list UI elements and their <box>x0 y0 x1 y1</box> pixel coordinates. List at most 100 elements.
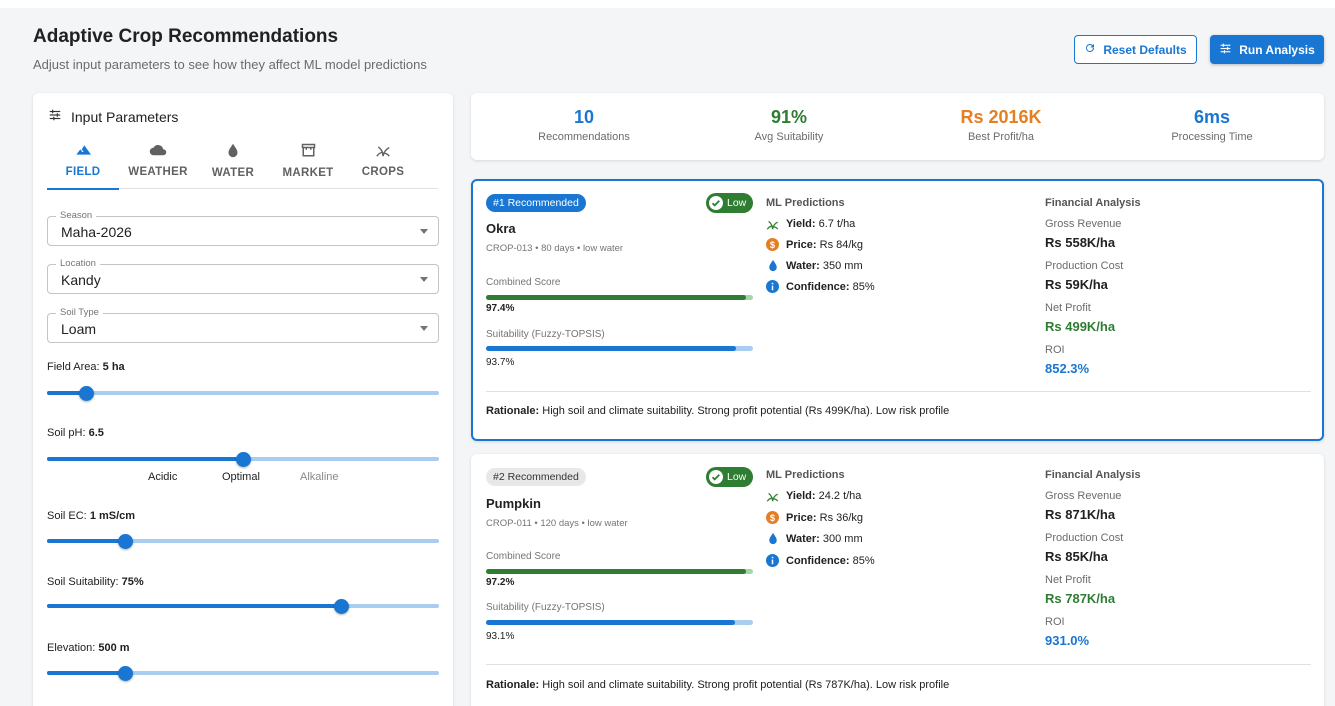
net-profit-label: Net Profit <box>1045 574 1091 586</box>
soil-suitability-label: Soil Suitability: 75% <box>47 576 144 588</box>
risk-label: Low <box>727 471 747 483</box>
bar-fill <box>486 620 735 625</box>
slider-fill <box>47 539 126 543</box>
page-subtitle: Adjust input parameters to see how they … <box>33 57 427 72</box>
stat-label: Processing Time <box>1171 131 1253 143</box>
combined-score-value: 97.2% <box>486 577 515 588</box>
risk-chip: Low <box>706 467 754 487</box>
soil-suitability-value: 75% <box>121 576 144 588</box>
location-label: Location <box>56 258 100 269</box>
tab-crops[interactable]: CROPS <box>347 139 419 189</box>
tab-field[interactable]: FIELD <box>47 139 119 190</box>
elevation-value: 500 m <box>98 642 130 654</box>
water-label: Water: <box>786 532 820 545</box>
slider-fill <box>47 457 243 461</box>
ph-mark-alkaline: Alkaline <box>300 471 339 483</box>
rationale-text: High soil and climate suitability. Stron… <box>542 405 950 417</box>
tab-weather-label: WEATHER <box>128 166 188 178</box>
tab-market-label: MARKET <box>282 167 334 179</box>
soil-type-value: Loam <box>61 321 97 337</box>
suitability-value: 93.7% <box>486 357 515 368</box>
tab-weather[interactable]: WEATHER <box>122 139 194 189</box>
rationale-label: Rationale: <box>486 405 540 417</box>
mountain-icon <box>75 143 91 160</box>
reset-defaults-button[interactable]: Reset Defaults <box>1074 35 1197 64</box>
recommendation-card[interactable]: #1 Recommended Low Okra CROP-013 • 80 da… <box>471 179 1324 441</box>
soil-type-label: Soil Type <box>56 307 103 318</box>
run-analysis-button[interactable]: Run Analysis <box>1210 35 1324 64</box>
slider-thumb[interactable] <box>118 666 134 681</box>
slider-thumb[interactable] <box>79 386 95 401</box>
soil-type-select[interactable]: Soil Type Loam <box>47 307 439 343</box>
elevation-slider[interactable] <box>47 665 439 681</box>
soil-ec-slider[interactable] <box>47 533 439 549</box>
active-tab-indicator <box>47 188 119 190</box>
field-area-label: Field Area: 5 ha <box>47 361 125 373</box>
top-bar <box>0 0 1335 8</box>
caret-down-icon <box>420 229 428 234</box>
rationale: Rationale: High soil and climate suitabi… <box>486 679 949 691</box>
gross-revenue-label: Gross Revenue <box>1045 490 1122 502</box>
refresh-icon <box>1084 42 1096 57</box>
stat-processing-time: 6ms Processing Time <box>1112 107 1312 143</box>
price-prediction: $ Price: Rs 84/kg <box>766 238 863 251</box>
bar-fill <box>486 569 746 574</box>
confidence-prediction: Confidence: 85% <box>766 280 875 293</box>
stat-best-profit: Rs 2016K Best Profit/ha <box>901 107 1101 143</box>
gross-revenue-value: Rs 871K/ha <box>1045 507 1116 522</box>
crop-meta: CROP-011 • 120 days • low water <box>486 518 628 529</box>
ml-predictions-title: ML Predictions <box>766 197 845 209</box>
yield-prediction: Yield: 24.2 t/ha <box>766 489 861 502</box>
page-title: Adaptive Crop Recommendations <box>33 26 339 47</box>
risk-label: Low <box>727 197 747 209</box>
input-parameters-title: Input Parameters <box>71 108 179 125</box>
water-prediction: Water: 350 mm <box>766 259 863 272</box>
water-label: Water: <box>786 259 820 272</box>
tab-water[interactable]: WATER <box>197 139 269 189</box>
parameter-tabs: FIELD WEATHER WATER MARKET CROPS <box>47 139 438 190</box>
season-value: Maha-2026 <box>61 224 132 240</box>
grass-icon <box>375 143 391 160</box>
price-value: Rs 84/kg <box>819 238 864 251</box>
suitability-bar <box>486 346 753 351</box>
slider-thumb[interactable] <box>334 599 349 614</box>
ml-predictions-title: ML Predictions <box>766 469 845 481</box>
field-area-value: 5 ha <box>102 361 125 373</box>
soil-suitability-slider[interactable] <box>47 598 439 614</box>
water-drop-icon <box>227 143 239 161</box>
tab-water-label: WATER <box>211 167 255 179</box>
soil-ph-value: 6.5 <box>88 427 104 439</box>
rank-chip: #2 Recommended <box>486 468 586 486</box>
yield-prediction: Yield: 6.7 t/ha <box>766 217 855 230</box>
rationale: Rationale: High soil and climate suitabi… <box>486 405 949 417</box>
recommendation-card[interactable]: #2 Recommended Low Pumpkin CROP-011 • 12… <box>471 454 1324 706</box>
yield-label: Yield: <box>786 217 816 230</box>
tab-market[interactable]: MARKET <box>272 139 344 189</box>
suitability-label: Suitability (Fuzzy-TOPSIS) <box>486 602 605 613</box>
soil-ph-label-text: Soil pH: <box>47 427 86 439</box>
gross-revenue-label: Gross Revenue <box>1045 218 1122 230</box>
yield-value: 6.7 t/ha <box>818 217 856 230</box>
roi-label: ROI <box>1045 344 1065 356</box>
rank-chip: #1 Recommended <box>486 194 586 212</box>
financial-analysis-title: Financial Analysis <box>1045 469 1141 481</box>
soil-ec-label-text: Soil EC: <box>47 510 87 522</box>
roi-value: 931.0% <box>1045 633 1090 648</box>
ph-mark-acidic: Acidic <box>148 471 178 483</box>
water-value: 300 mm <box>822 532 863 545</box>
ph-mark-optimal: Optimal <box>222 471 260 483</box>
caret-down-icon <box>420 326 428 331</box>
price-value: Rs 36/kg <box>819 511 864 524</box>
water-drop-icon <box>766 259 779 272</box>
combined-score-value: 97.4% <box>486 303 515 314</box>
field-area-slider[interactable] <box>47 385 439 401</box>
location-select[interactable]: Location Kandy <box>47 258 439 294</box>
reset-defaults-label: Reset Defaults <box>1103 42 1187 57</box>
season-select[interactable]: Season Maha-2026 <box>47 210 439 246</box>
slider-thumb[interactable] <box>118 534 134 549</box>
bar-fill <box>486 295 747 300</box>
check-circle-icon <box>709 470 723 484</box>
soil-ph-slider[interactable] <box>47 451 439 467</box>
slider-thumb[interactable] <box>236 452 251 467</box>
card-divider <box>486 391 1311 392</box>
